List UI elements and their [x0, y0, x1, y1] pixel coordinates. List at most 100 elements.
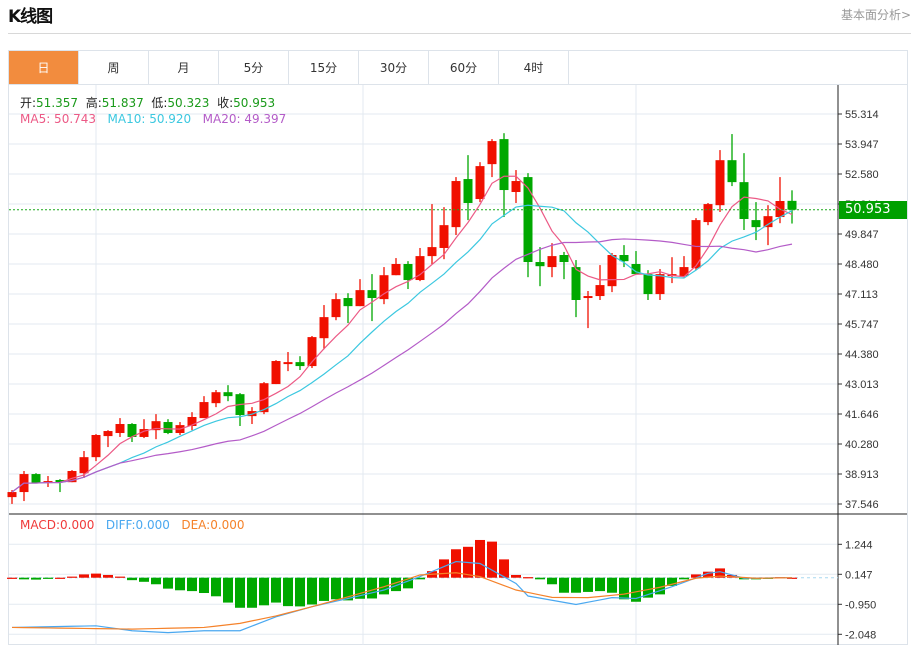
candle-body [223, 392, 233, 397]
macd-bar [139, 577, 149, 582]
candle-body [571, 267, 581, 301]
price-tick-label: 52.580 [845, 169, 879, 181]
ohlc-info: 开:51.357 高:51.837 低:50.323 收:50.953 [20, 94, 275, 111]
macd-bar [595, 577, 605, 592]
macd-bar [223, 577, 233, 603]
candle-body [643, 274, 653, 295]
candle-body [355, 290, 365, 307]
macd-bar [331, 577, 341, 600]
macd-bar [115, 576, 125, 578]
candle-body [319, 317, 329, 339]
macd-bar [619, 577, 629, 600]
candle-body [7, 492, 17, 498]
candle-body [31, 474, 41, 484]
ma10-value: MA10: 50.920 [107, 112, 192, 126]
high-label: 高: [85, 96, 102, 110]
candle-body [703, 204, 713, 223]
price-tick-label: 40.280 [845, 439, 879, 451]
high-value: 51.837 [101, 96, 144, 110]
candle-body [403, 264, 413, 281]
candle-body [283, 362, 293, 365]
candle-body [115, 424, 125, 434]
candle-body [739, 182, 749, 220]
price-tick-label: 43.013 [845, 379, 879, 391]
candle-body [211, 392, 221, 404]
candle-body [487, 141, 497, 165]
macd-bar [199, 577, 209, 594]
low-value: 50.323 [167, 96, 210, 110]
candle-body [391, 264, 401, 276]
macd-bar [247, 577, 257, 608]
macd-bar [307, 577, 317, 605]
macd-bar [547, 577, 557, 585]
price-tick-label: 48.480 [845, 259, 879, 271]
diff-line [11, 560, 793, 634]
macd-bar [19, 577, 29, 580]
candle-body [655, 274, 665, 295]
candle-body [79, 457, 89, 474]
macd-bar [91, 573, 101, 578]
candle-body [595, 285, 605, 297]
ma5-line [11, 175, 793, 493]
price-tick-label: 55.314 [845, 109, 879, 121]
price-tick-label: 45.747 [845, 319, 879, 331]
macd-bar [679, 577, 689, 580]
macd-bar [7, 577, 17, 579]
open-value: 51.357 [36, 96, 79, 110]
price-tick-label: 49.847 [845, 229, 879, 241]
macd-bar [571, 577, 581, 593]
macd-bar [607, 577, 617, 593]
candle-body [787, 200, 797, 210]
macd-value: MACD:0.000 [20, 518, 95, 532]
macd-bar [559, 577, 569, 593]
dea-value: DEA:0.000 [181, 518, 245, 532]
low-label: 低: [151, 96, 168, 110]
candle-body [499, 139, 509, 191]
candle-body [607, 255, 617, 287]
candle-body [523, 177, 533, 263]
candle-body [367, 290, 377, 299]
macd-bar [127, 577, 137, 581]
candle-body [439, 225, 449, 248]
macd-bar [319, 577, 329, 601]
macd-bar [211, 577, 221, 597]
price-tick-label: 44.380 [845, 349, 879, 361]
close-value: 50.953 [233, 96, 276, 110]
ma-info: MA5: 50.743 MA10: 50.920 MA20: 49.397 [20, 112, 286, 126]
candle-body [199, 402, 209, 419]
open-label: 开: [20, 96, 37, 110]
candle-body [295, 362, 305, 367]
candle-body [427, 247, 437, 257]
macd-bar [367, 577, 377, 599]
candle-body [103, 431, 113, 437]
diff-value: DIFF:0.000 [105, 518, 170, 532]
ma10-line [11, 204, 793, 493]
price-tick-label: 38.913 [845, 469, 879, 481]
ma20-value: MA20: 49.397 [202, 112, 287, 126]
macd-tick-label: 1.244 [845, 539, 873, 551]
macd-info: MACD:0.000 DIFF:0.000 DEA:0.000 [20, 518, 245, 532]
candle-body [535, 262, 545, 267]
macd-bar [259, 577, 269, 606]
candle-body [163, 422, 173, 434]
macd-tick-label: -2.048 [845, 629, 876, 641]
macd-bar [163, 577, 173, 589]
candle-body [91, 434, 101, 458]
candle-body [715, 160, 725, 206]
macd-bar [43, 577, 53, 579]
price-tick-label: 47.113 [845, 289, 878, 301]
current-price-label: 50.953 [839, 201, 907, 219]
price-tick-label: 37.546 [845, 499, 879, 511]
macd-bar [151, 577, 161, 585]
price-tick-label: 53.947 [845, 139, 879, 151]
macd-tick-label: -0.950 [845, 599, 876, 611]
ma5-value: MA5: 50.743 [20, 112, 97, 126]
macd-tick-label: 0.147 [845, 569, 873, 581]
macd-bar [103, 574, 113, 578]
macd-bar [511, 574, 521, 578]
macd-bar [271, 577, 281, 603]
candle-body [559, 255, 569, 263]
macd-bar [295, 577, 305, 607]
candle-body [475, 166, 485, 200]
candle-body [271, 361, 281, 385]
